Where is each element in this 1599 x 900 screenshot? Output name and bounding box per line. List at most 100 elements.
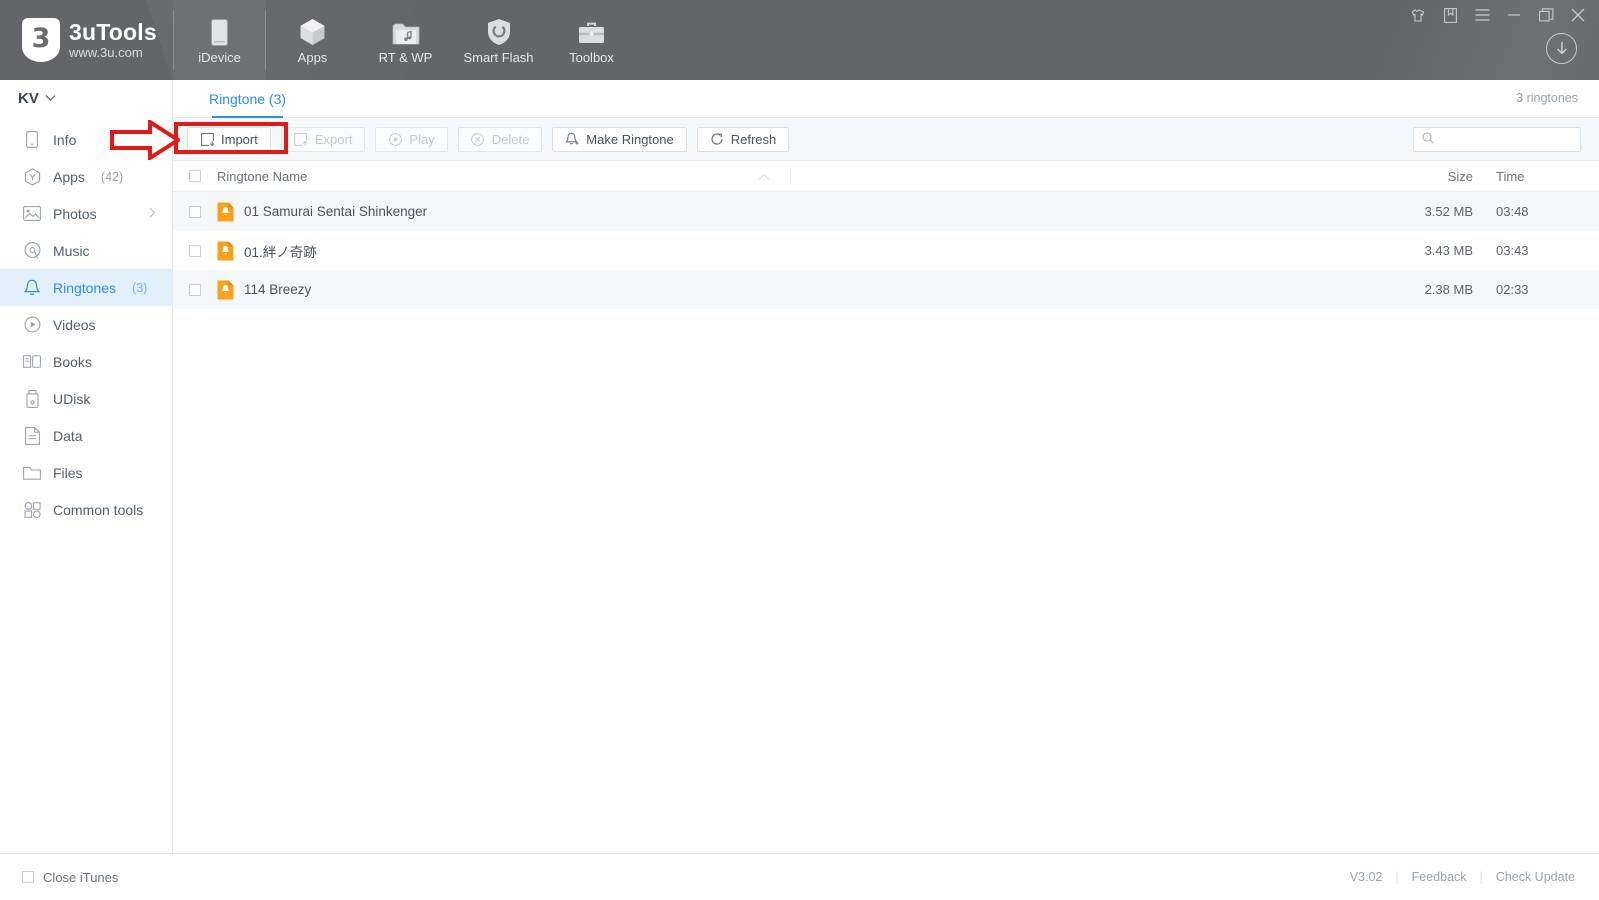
import-button-label: Import bbox=[221, 131, 258, 147]
hexagon-icon bbox=[23, 167, 41, 186]
feedback-link[interactable]: Feedback bbox=[1412, 870, 1467, 884]
note-icon[interactable] bbox=[1441, 6, 1459, 24]
main-navigation: iDevice Apps RT & WP Smart Flash Toolbox bbox=[173, 0, 638, 80]
sidebar: KV Info Apps (42) Photos Music Ringtones… bbox=[0, 80, 173, 853]
sidebar-item-files-label: Files bbox=[53, 464, 83, 481]
delete-icon bbox=[471, 132, 485, 146]
refresh-button[interactable]: Refresh bbox=[696, 126, 790, 152]
maximize-icon[interactable] bbox=[1537, 6, 1555, 24]
footer-links: V3.02 | Feedback | Check Update bbox=[1350, 870, 1575, 884]
sidebar-item-ringtones[interactable]: Ringtones (3) bbox=[0, 269, 172, 306]
table-row[interactable]: 01.絆ノ奇跡 3.43 MB 03:43 bbox=[173, 231, 1599, 270]
ringtone-name: 114 Breezy bbox=[244, 282, 312, 297]
sidebar-item-common-tools[interactable]: Common tools bbox=[0, 491, 172, 528]
download-icon[interactable] bbox=[1546, 33, 1577, 64]
close-icon[interactable] bbox=[1569, 6, 1587, 24]
sidebar-item-udisk[interactable]: UDisk bbox=[0, 380, 172, 417]
sidebar-item-data[interactable]: Data bbox=[0, 417, 172, 454]
content-area: Ringtone (3) 3 ringtones Import Export P… bbox=[173, 80, 1599, 853]
status-bar: Close iTunes V3.02 | Feedback | Check Up… bbox=[0, 853, 1599, 900]
close-itunes-checkbox[interactable] bbox=[22, 871, 34, 883]
row-checkbox[interactable] bbox=[189, 205, 201, 218]
sidebar-item-books[interactable]: Books bbox=[0, 343, 172, 380]
title-bar: 3 3uTools www.3u.com iDevice Apps RT & W… bbox=[0, 0, 1599, 80]
import-icon bbox=[200, 132, 214, 146]
ringtone-toolbar: Import Export Play Delete Make Ringtone … bbox=[173, 118, 1599, 161]
ringtone-name: 01.絆ノ奇跡 bbox=[244, 244, 317, 260]
make-ringtone-button[interactable]: Make Ringtone bbox=[552, 126, 687, 152]
sidebar-item-apps[interactable]: Apps (42) bbox=[0, 158, 172, 195]
footer-separator: | bbox=[1395, 870, 1399, 884]
brand-logo: 3 3uTools www.3u.com bbox=[0, 0, 173, 80]
select-all-checkbox[interactable] bbox=[189, 170, 201, 182]
nav-tab-idevice[interactable]: iDevice bbox=[173, 0, 266, 80]
shield-icon: 3 bbox=[22, 18, 60, 62]
sidebar-item-videos[interactable]: Videos bbox=[0, 306, 172, 343]
ringtone-file-icon bbox=[217, 280, 234, 300]
sidebar-item-apps-count: (42) bbox=[100, 169, 124, 184]
sidebar-item-info[interactable]: Info bbox=[0, 121, 172, 158]
table-row[interactable]: 114 Breezy 2.38 MB 02:33 bbox=[173, 270, 1599, 309]
sidebar-item-books-label: Books bbox=[53, 353, 92, 370]
device-selector[interactable]: KV bbox=[0, 80, 172, 116]
tab-ringtone-label: Ringtone (3) bbox=[209, 91, 287, 107]
play-circle-icon bbox=[23, 316, 41, 334]
minimize-icon[interactable] bbox=[1505, 6, 1523, 24]
table-header: Ringtone Name Size Time bbox=[173, 161, 1599, 192]
column-header-name[interactable]: Ringtone Name bbox=[217, 169, 1373, 184]
sidebar-item-files[interactable]: Files bbox=[0, 454, 172, 491]
cube-icon bbox=[299, 16, 326, 46]
brand-name: 3uTools bbox=[69, 19, 157, 46]
row-checkbox[interactable] bbox=[189, 244, 201, 257]
brand-url: www.3u.com bbox=[69, 45, 143, 61]
table-row[interactable]: 01 Samurai Sentai Shinkenger 3.52 MB 03:… bbox=[173, 192, 1599, 231]
sidebar-item-music-label: Music bbox=[53, 242, 90, 259]
nav-tab-smartflash[interactable]: Smart Flash bbox=[452, 0, 545, 80]
export-button-label: Export bbox=[314, 131, 353, 147]
shield-refresh-icon bbox=[487, 16, 511, 46]
sidebar-item-common-tools-label: Common tools bbox=[53, 501, 144, 518]
application-window: 3 3uTools www.3u.com iDevice Apps RT & W… bbox=[0, 0, 1599, 900]
sidebar-item-info-label: Info bbox=[53, 131, 77, 148]
play-button: Play bbox=[375, 126, 448, 152]
row-checkbox[interactable] bbox=[189, 283, 201, 296]
sidebar-item-music[interactable]: Music bbox=[0, 232, 172, 269]
nav-tab-rtwp[interactable]: RT & WP bbox=[359, 0, 452, 80]
row-checkbox-cell bbox=[173, 283, 217, 296]
nav-tab-toolbox[interactable]: Toolbox bbox=[545, 0, 638, 80]
play-icon bbox=[388, 132, 402, 146]
version-label: V3.02 bbox=[1349, 870, 1383, 884]
sidebar-item-photos-label: Photos bbox=[53, 205, 97, 222]
search-box[interactable] bbox=[1413, 127, 1581, 152]
nav-tab-apps[interactable]: Apps bbox=[266, 0, 359, 80]
close-itunes-option[interactable]: Close iTunes bbox=[0, 870, 118, 885]
skin-icon[interactable] bbox=[1409, 6, 1427, 24]
grid-tools-icon bbox=[23, 501, 41, 519]
ringtone-table-body: 01 Samurai Sentai Shinkenger 3.52 MB 03:… bbox=[173, 192, 1599, 309]
import-button[interactable]: Import bbox=[187, 126, 271, 152]
sidebar-item-udisk-label: UDisk bbox=[53, 390, 91, 407]
row-size-cell: 3.52 MB bbox=[1424, 204, 1473, 219]
sidebar-item-ringtones-label: Ringtones bbox=[53, 279, 117, 296]
sidebar-item-photos[interactable]: Photos bbox=[0, 195, 172, 232]
phone-outline-icon bbox=[23, 131, 41, 149]
nav-tab-toolbox-label: Toolbox bbox=[569, 49, 614, 65]
phone-icon bbox=[211, 16, 228, 46]
row-time-cell: 03:43 bbox=[1496, 243, 1529, 258]
ringtone-file-icon bbox=[217, 202, 234, 222]
document-icon bbox=[23, 426, 41, 445]
chevron-down-icon bbox=[45, 89, 56, 107]
column-header-time[interactable]: Time bbox=[1481, 169, 1599, 184]
search-icon bbox=[1422, 131, 1434, 149]
ringtone-name: 01 Samurai Sentai Shinkenger bbox=[244, 204, 428, 219]
menu-icon[interactable] bbox=[1473, 6, 1491, 24]
play-button-label: Play bbox=[409, 131, 435, 147]
search-input[interactable] bbox=[1440, 132, 1572, 147]
export-icon bbox=[294, 132, 308, 146]
check-update-link[interactable]: Check Update bbox=[1496, 870, 1575, 884]
column-header-size[interactable]: Size bbox=[1373, 169, 1481, 184]
refresh-icon bbox=[710, 132, 724, 146]
ringtone-file-icon bbox=[217, 241, 234, 261]
tab-ringtone[interactable]: Ringtone (3) bbox=[209, 80, 286, 118]
chevron-right-icon bbox=[149, 207, 156, 221]
